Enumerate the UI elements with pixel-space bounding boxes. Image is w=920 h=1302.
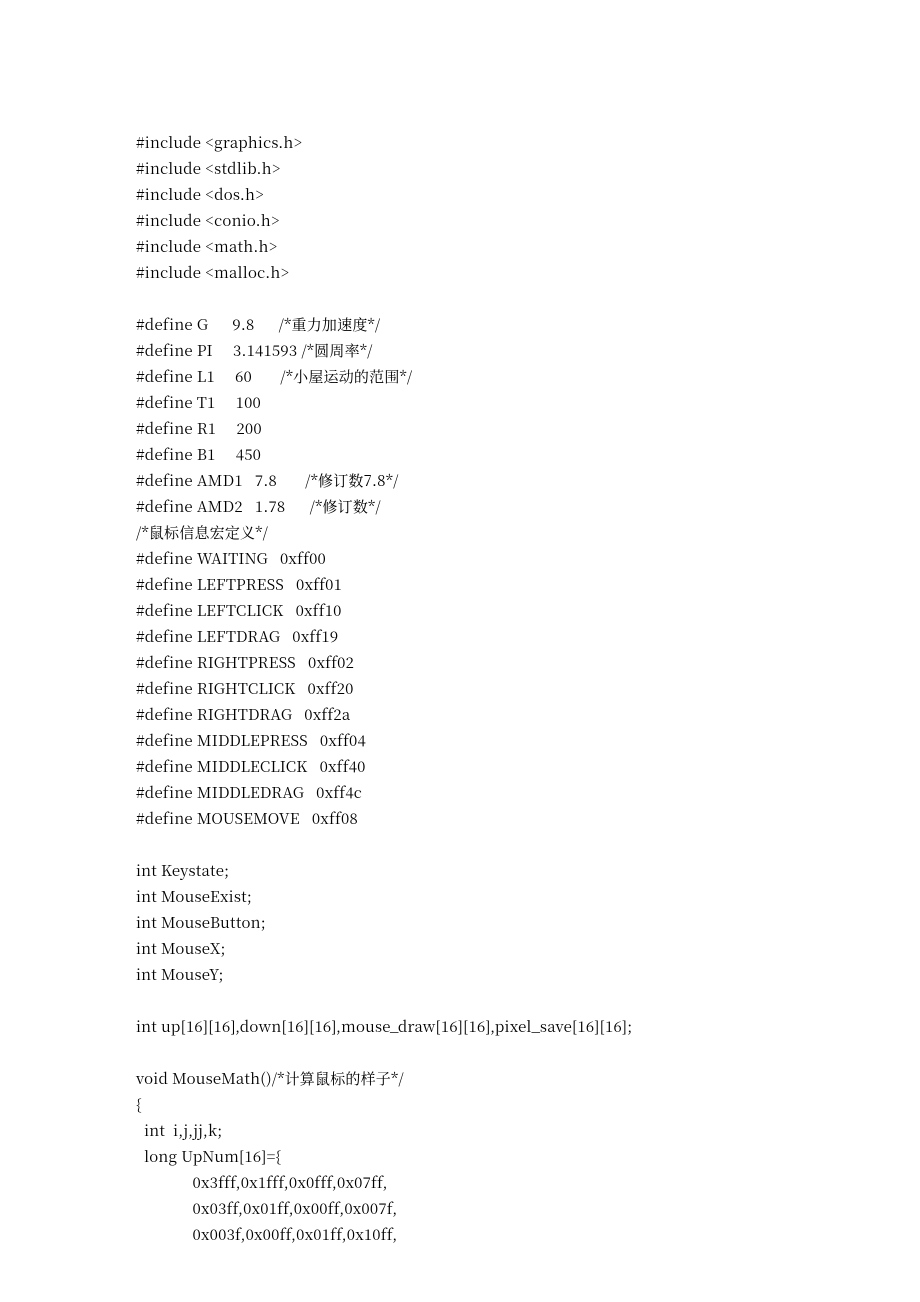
code-block: #include <graphics.h> #include <stdlib.h…: [136, 130, 920, 1248]
document-page: #include <graphics.h> #include <stdlib.h…: [0, 0, 920, 1302]
